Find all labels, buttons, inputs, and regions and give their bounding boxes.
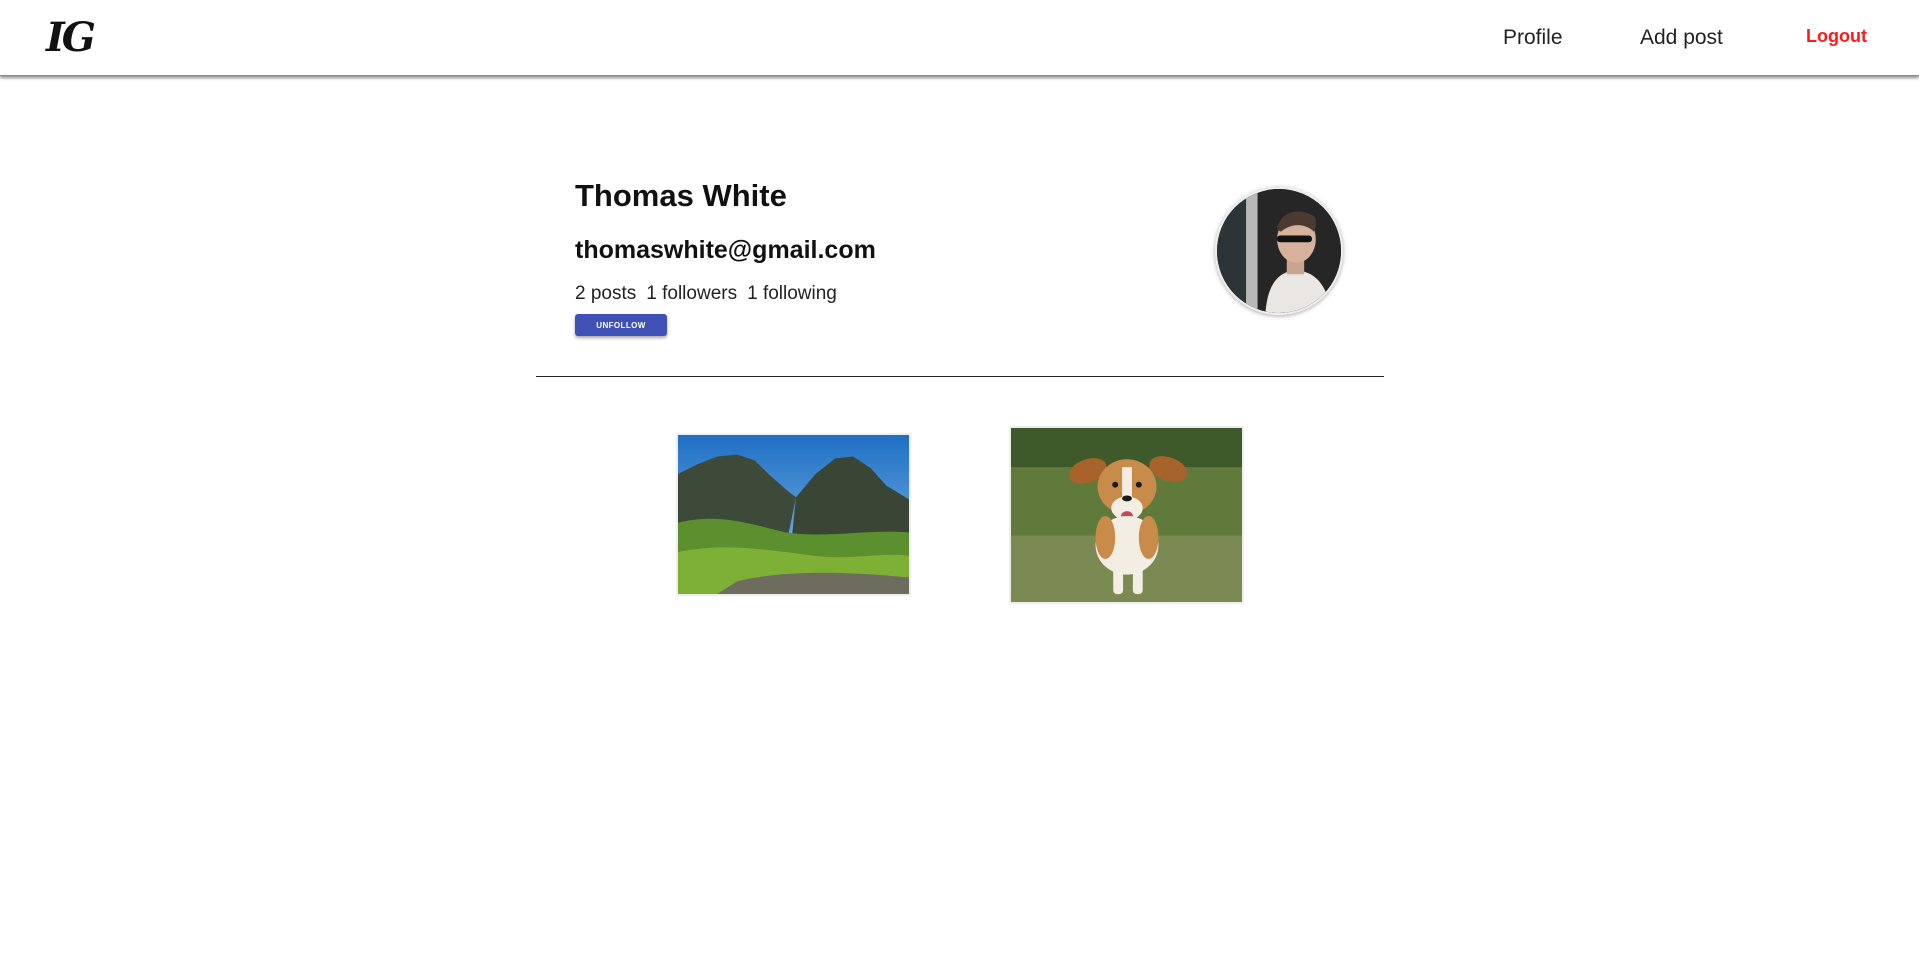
nav-profile-link[interactable]: Profile (1503, 24, 1563, 52)
followers-count: 1 followers (646, 283, 738, 304)
profile-name: Thomas White (575, 178, 787, 213)
posts-count: 2 posts (575, 283, 637, 304)
mountain-landscape-icon (678, 435, 909, 594)
following-count: 1 following (747, 283, 837, 304)
top-navbar: IG Profile Add post Logout (0, 0, 1919, 76)
profile-stats: 2 posts 1 followers 1 following (575, 281, 837, 307)
profile-email: thomaswhite@gmail.com (575, 236, 876, 264)
profile-divider (536, 376, 1384, 377)
app-logo[interactable]: IG (46, 14, 96, 62)
running-dog-icon (1011, 428, 1242, 602)
nav-add-post-link[interactable]: Add post (1640, 24, 1723, 52)
user-photo-icon (1217, 189, 1341, 313)
post-thumbnail-mountain[interactable] (676, 433, 911, 596)
post-thumbnail-dog[interactable] (1009, 426, 1244, 604)
avatar (1215, 187, 1343, 315)
nav-logout-link[interactable]: Logout (1806, 22, 1867, 50)
unfollow-button[interactable]: UNFOLLOW (575, 314, 667, 336)
